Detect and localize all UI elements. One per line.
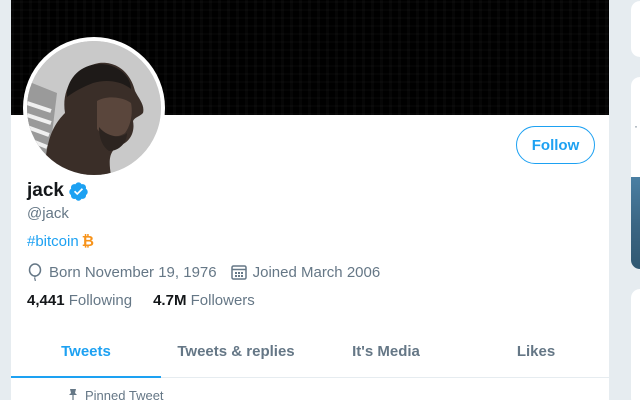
following-label: Following [68, 292, 133, 309]
display-name-text: jack [27, 180, 64, 201]
pin-icon [67, 388, 79, 400]
verified-badge-icon [68, 181, 89, 202]
pinned-tweet-label: Pinned Tweet [85, 388, 164, 400]
balloon-icon [27, 263, 43, 281]
profile-meta: Born November 19, 1976 Joined March 2006 [27, 263, 394, 281]
profile-avatar[interactable] [23, 37, 165, 179]
sidebar-card-media: · [630, 76, 640, 270]
calendar-icon [230, 264, 247, 280]
follow-stats: 4,441 Following 4.7M Followers [27, 292, 255, 309]
followers-label: Followers [190, 292, 255, 309]
bitcoin-emoji-icon: ₿ [81, 233, 94, 250]
profile-bio: #bitcoin ₿ [27, 233, 94, 250]
following-link[interactable]: 4,441 Following [27, 292, 132, 309]
bio-hashtag-link[interactable]: #bitcoin [27, 233, 79, 250]
sidebar-thumbnail[interactable] [631, 177, 640, 269]
joined-item: Joined March 2006 [230, 263, 381, 281]
sidebar-card-top [630, 0, 640, 58]
following-count: 4,441 [27, 292, 65, 309]
follow-button[interactable]: Follow [516, 126, 595, 164]
birthday-text: Born November 19, 1976 [49, 263, 217, 281]
tab-tweets-and-replies[interactable]: Tweets & replies [161, 325, 311, 377]
profile-tabs: Tweets Tweets & replies It's Media Likes [11, 325, 609, 378]
followers-link[interactable]: 4.7M Followers [153, 292, 255, 309]
tab-media[interactable]: It's Media [311, 325, 461, 377]
tab-tweets[interactable]: Tweets [11, 325, 161, 378]
joined-text: Joined March 2006 [252, 263, 381, 281]
followers-count: 4.7M [153, 292, 187, 309]
display-name: jack [27, 180, 89, 202]
sidebar-icon: · [634, 119, 638, 133]
birthday-item: Born November 19, 1976 [27, 263, 217, 281]
profile-card: Follow jack @jack #bitcoin ₿ Born Novemb… [10, 0, 610, 400]
follow-button-label: Follow [531, 136, 580, 154]
avatar-photo [27, 41, 161, 175]
pinned-tweet-header: Pinned Tweet [67, 388, 164, 400]
sidebar-card-bottom [630, 288, 640, 400]
profile-handle: @jack [27, 205, 69, 222]
tab-likes[interactable]: Likes [461, 325, 609, 377]
